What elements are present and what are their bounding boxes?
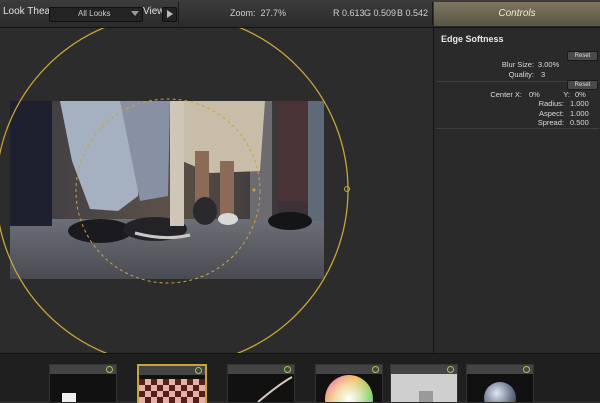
chevron-down-icon bbox=[131, 11, 139, 16]
top-toolbar: Look Theater All Looks View Zoom: 27.7% … bbox=[0, 0, 600, 28]
blur-size-value: 3.00 bbox=[538, 60, 553, 69]
look-thumbnail[interactable] bbox=[49, 364, 117, 402]
quality-value[interactable]: 3 bbox=[541, 70, 545, 79]
radius-value[interactable]: 1.000 bbox=[570, 99, 589, 108]
sphere-graphic bbox=[484, 382, 516, 402]
vignette-overlay[interactable] bbox=[0, 28, 433, 353]
gradient-swoosh-graphic bbox=[257, 376, 293, 402]
blur-size-label: Blur Size: bbox=[501, 60, 534, 69]
look-tray bbox=[0, 353, 600, 403]
g-readout: G 0.509 bbox=[364, 8, 396, 18]
g-label: G bbox=[364, 8, 372, 18]
controls-panel: Edge Softness Reset Blur Size: 3.00% Qua… bbox=[433, 28, 600, 353]
looks-dropdown[interactable]: All Looks bbox=[49, 7, 143, 22]
r-label: R bbox=[333, 8, 340, 18]
center-y-label: Y: bbox=[563, 90, 570, 99]
color-wheel-graphic bbox=[325, 375, 373, 402]
center-x-label: Center X: bbox=[490, 90, 522, 99]
look-thumbnail[interactable] bbox=[315, 364, 383, 402]
checkerboard-graphic bbox=[139, 379, 205, 403]
reset-button-shape[interactable]: Reset bbox=[567, 80, 598, 90]
looks-dropdown-value: All Looks bbox=[78, 9, 111, 18]
aspect-value[interactable]: 1.000 bbox=[570, 109, 589, 118]
look-thumbnail[interactable] bbox=[466, 364, 534, 402]
reset-button-blur[interactable]: Reset bbox=[567, 51, 598, 61]
aspect-label: Aspect: bbox=[538, 109, 564, 118]
b-label: B bbox=[397, 8, 404, 18]
radius-label: Radius: bbox=[538, 99, 564, 108]
play-button[interactable] bbox=[162, 7, 177, 22]
spread-label: Spread: bbox=[537, 118, 564, 127]
text-preview-graphic bbox=[62, 393, 76, 402]
edge-softness-title: Edge Softness bbox=[441, 34, 504, 44]
spread-value[interactable]: 0.500 bbox=[570, 118, 589, 127]
zoom-label: Zoom: bbox=[230, 8, 256, 18]
image-viewer[interactable] bbox=[0, 28, 433, 353]
toolbar-divider bbox=[178, 2, 179, 25]
look-thumbnail-selected[interactable] bbox=[137, 364, 207, 403]
blur-size-field[interactable]: 3.00% bbox=[538, 60, 559, 69]
b-value: 0.542 bbox=[405, 8, 429, 18]
controls-header-label: Controls bbox=[498, 8, 536, 19]
blur-size-unit: % bbox=[552, 60, 560, 69]
r-value: 0.613 bbox=[342, 8, 365, 18]
section-divider bbox=[436, 128, 599, 129]
look-thumbnail[interactable] bbox=[227, 364, 295, 402]
quality-label: Quality: bbox=[508, 70, 534, 79]
b-readout: B 0.542 bbox=[397, 8, 428, 18]
zoom-value: 27.7% bbox=[260, 8, 287, 18]
zoom-readout: Zoom: 27.7% bbox=[230, 8, 286, 18]
r-readout: R 0.613 bbox=[333, 8, 365, 18]
letter-preview-graphic bbox=[419, 391, 433, 402]
g-value: 0.509 bbox=[373, 8, 397, 18]
center-y-value[interactable]: 0% bbox=[575, 90, 586, 99]
center-x-value[interactable]: 0% bbox=[529, 90, 540, 99]
play-icon bbox=[167, 10, 173, 18]
look-thumbnail[interactable] bbox=[390, 364, 458, 402]
toolbar-divider bbox=[432, 2, 433, 25]
controls-header: Controls bbox=[434, 2, 600, 26]
